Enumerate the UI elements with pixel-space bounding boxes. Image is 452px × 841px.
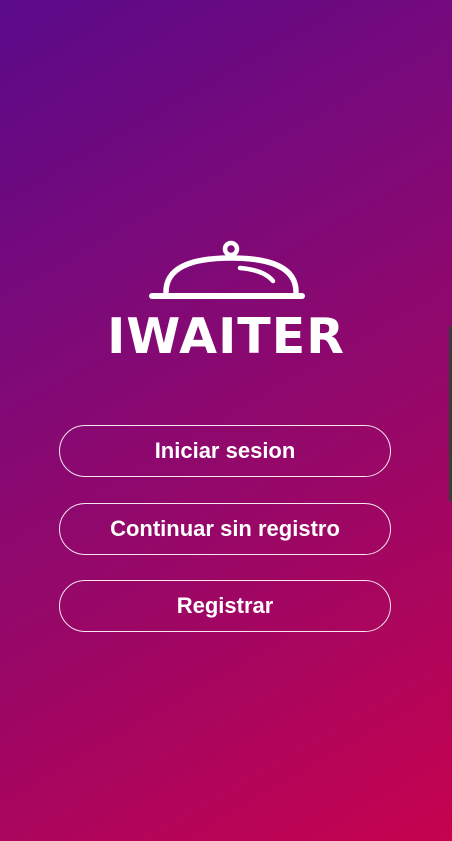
register-button[interactable]: Registrar	[59, 580, 391, 632]
app-logo: IWAITER	[0, 238, 452, 368]
login-button[interactable]: Iniciar sesion	[59, 425, 391, 477]
welcome-screen: IWAITER Iniciar sesion Continuar sin reg…	[0, 0, 452, 841]
brand-name: IWAITER	[107, 308, 345, 365]
continue-without-registration-button[interactable]: Continuar sin registro	[59, 503, 391, 555]
cloche-icon	[149, 240, 305, 299]
